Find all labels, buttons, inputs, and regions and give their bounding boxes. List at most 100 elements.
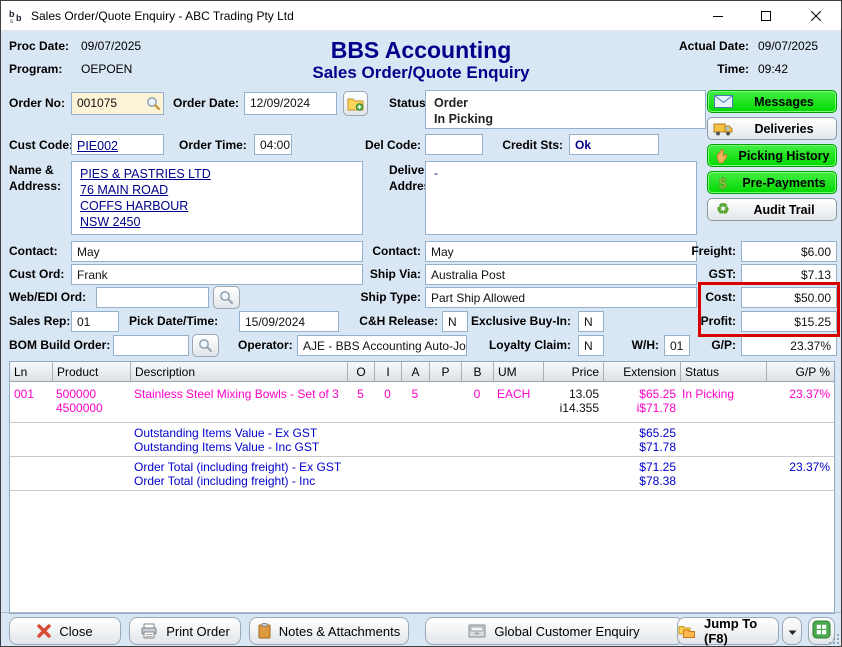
close-x-icon <box>37 624 51 638</box>
summary-gp: 23.37% <box>766 460 830 474</box>
order-no-search-icon[interactable] <box>146 96 161 114</box>
folder-plus-icon <box>347 96 364 111</box>
envelope-icon <box>708 95 738 108</box>
audit-trail-button[interactable]: ♻ Audit Trail <box>707 198 837 221</box>
actual-date-label: Actual Date: <box>661 39 749 53</box>
col-header-description[interactable]: Description <box>130 362 347 382</box>
jump-to-dropdown-button[interactable] <box>782 617 802 645</box>
svg-text:b: b <box>16 13 22 23</box>
col-header-b[interactable]: B <box>461 362 493 382</box>
dollar-icon: $ <box>708 175 738 191</box>
credit-sts-field: Ok <box>569 134 659 155</box>
close-button-label: Close <box>59 624 92 639</box>
col-header-o[interactable]: O <box>347 362 374 382</box>
name-address-label-2: Address: <box>9 179 61 193</box>
web-edi-field[interactable] <box>96 287 209 308</box>
cell-um: EACH <box>497 387 530 401</box>
col-header-price[interactable]: Price <box>543 362 603 382</box>
resize-grip[interactable] <box>829 634 839 644</box>
gst-value: $7.13 <box>801 268 831 282</box>
global-customer-enquiry-button[interactable]: Global Customer Enquiry <box>425 617 683 645</box>
pre-payments-button[interactable]: $ Pre-Payments <box>707 171 837 194</box>
close-button[interactable]: Close <box>9 617 121 645</box>
table-separator <box>10 490 834 491</box>
table-separator <box>10 456 834 457</box>
col-header-product[interactable]: Product <box>52 362 130 382</box>
bom-build-order-label: BOM Build Order: <box>9 338 110 352</box>
address-line-link[interactable]: 76 MAIN ROAD <box>80 182 354 198</box>
print-order-button[interactable]: Print Order <box>129 617 241 645</box>
status-line2: In Picking <box>434 111 697 127</box>
order-date-folder-button[interactable] <box>343 91 368 116</box>
maximize-button[interactable] <box>743 1 789 30</box>
ship-contact-field[interactable]: May <box>425 241 697 262</box>
close-icon <box>811 11 821 21</box>
summary-extension: $71.25 <box>603 460 676 474</box>
loyalty-claim-field[interactable]: N <box>578 335 604 356</box>
pick-datetime-field[interactable]: 15/09/2024 <box>239 311 339 332</box>
search-icon <box>219 290 234 305</box>
minimize-button[interactable] <box>695 1 741 30</box>
cost-value: $50.00 <box>794 291 831 305</box>
bbs-app-icon: bbs <box>9 8 25 24</box>
picking-history-button[interactable]: Picking History <box>707 144 837 167</box>
gp-field: 23.37% <box>741 335 837 356</box>
sales-rep-field[interactable]: 01 <box>71 311 119 332</box>
address-line-link[interactable]: PIES & PASTRIES LTD <box>80 166 354 182</box>
exclusive-buyin-field[interactable]: N <box>578 311 604 332</box>
col-header-p[interactable]: P <box>429 362 461 382</box>
col-header-status[interactable]: Status <box>680 362 766 382</box>
cust-code-link[interactable]: PIE002 <box>77 139 118 153</box>
bom-build-order-field[interactable] <box>113 335 189 356</box>
cost-field: $50.00 <box>741 287 837 308</box>
messages-button-label: Messages <box>738 95 836 109</box>
web-edi-search-button[interactable] <box>213 286 240 309</box>
operator-value: AJE - BBS Accounting Auto-Jol <box>303 339 467 353</box>
jump-to-button-label: Jump To (F8) <box>704 616 778 646</box>
cell-a: 5 <box>401 387 429 401</box>
address-line-link[interactable]: COFFS HARBOUR <box>80 198 354 214</box>
contact-field[interactable]: May <box>71 241 363 262</box>
deliveries-button[interactable]: Deliveries <box>707 117 837 140</box>
order-date-field[interactable]: 12/09/2024 <box>244 92 337 115</box>
cust-ord-field[interactable]: Frank <box>71 264 363 285</box>
close-window-button[interactable] <box>791 1 841 30</box>
cell-price-1: 13.05 <box>543 387 599 401</box>
svg-text:s: s <box>10 19 13 24</box>
sales-rep-label: Sales Rep: <box>9 314 70 328</box>
deliveries-button-label: Deliveries <box>738 122 836 136</box>
order-time-field[interactable]: 04:00 <box>254 134 292 155</box>
ship-contact-value: May <box>431 245 454 259</box>
cust-code-field[interactable]: PIE002 <box>71 134 164 155</box>
svg-text:$: $ <box>718 176 728 191</box>
col-header-i[interactable]: I <box>374 362 401 382</box>
messages-button[interactable]: Messages <box>707 90 837 113</box>
col-header-ln[interactable]: Ln <box>10 362 52 382</box>
del-code-label: Del Code: <box>351 138 421 152</box>
col-header-extension[interactable]: Extension <box>603 362 680 382</box>
order-no-field[interactable]: 001075 <box>71 92 164 115</box>
loyalty-claim-label: Loyalty Claim: <box>456 338 571 352</box>
cell-extension-1: $65.25 <box>603 387 676 401</box>
cell-extension-2: i$71.78 <box>603 401 676 415</box>
col-header-a[interactable]: A <box>401 362 429 382</box>
del-code-field[interactable] <box>425 134 483 155</box>
col-header-gp[interactable]: G/P % <box>766 362 834 382</box>
ship-via-value: Australia Post <box>431 268 505 282</box>
contact-label: Contact: <box>9 244 58 258</box>
col-header-um[interactable]: UM <box>493 362 543 382</box>
notes-attachments-button[interactable]: Notes & Attachments <box>249 617 409 645</box>
pick-datetime-label: Pick Date/Time: <box>129 314 218 328</box>
address-line-link[interactable]: NSW 2450 <box>80 214 354 230</box>
cust-ord-value: Frank <box>77 268 108 282</box>
operator-field[interactable]: AJE - BBS Accounting Auto-Jol <box>297 335 467 356</box>
jump-to-button[interactable]: Jump To (F8) <box>677 617 779 645</box>
summary-label: Order Total (including freight) - Ex GST <box>134 460 341 474</box>
cell-o: 5 <box>347 387 374 401</box>
footer-divider <box>1 612 841 613</box>
ship-type-field[interactable]: Part Ship Allowed <box>425 287 697 308</box>
time-label: Time: <box>661 62 749 76</box>
bom-search-button[interactable] <box>192 334 219 357</box>
ship-via-field[interactable]: Australia Post <box>425 264 697 285</box>
pick-datetime-value: 15/09/2024 <box>245 315 305 329</box>
